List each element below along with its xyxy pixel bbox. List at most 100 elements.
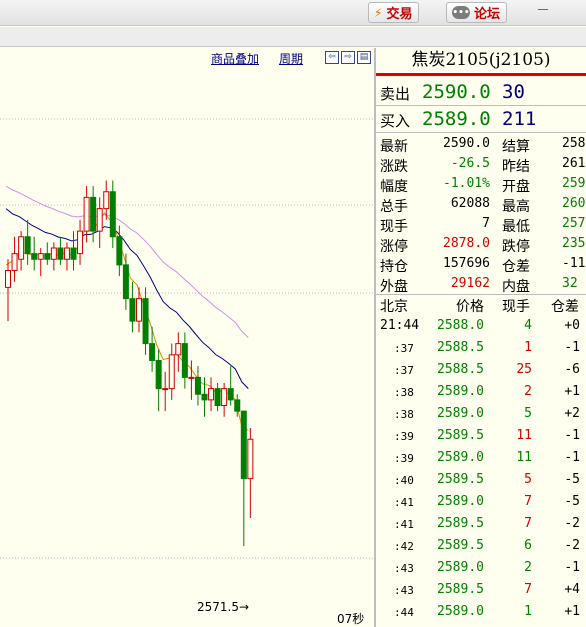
tick-row[interactable]: :43 2589.0 2 -1 [376, 558, 586, 580]
period-link[interactable]: 周期 [279, 50, 303, 67]
tick-volume: 2 [524, 384, 532, 399]
stat-label: 持仓 [380, 259, 408, 275]
tick-time: :39 [394, 430, 414, 443]
tick-time: :41 [394, 496, 414, 509]
stat-value: 157696 [443, 256, 490, 271]
tick-row[interactable]: :41 2589.0 7 -5 [376, 492, 586, 514]
tick-time: :41 [394, 518, 414, 531]
tick-volume: 2 [524, 560, 532, 575]
kline-chart[interactable] [0, 68, 374, 627]
stat-label: 外盘 [380, 279, 408, 295]
ticks-header-oi: 仓差 [551, 299, 579, 315]
stat-value: 32 [562, 276, 578, 291]
tick-oi: +1 [564, 384, 580, 399]
candle-body [227, 388, 234, 401]
candle-body [37, 253, 44, 260]
tick-oi: -1 [564, 428, 580, 443]
forum-button-label: 论坛 [474, 7, 501, 22]
stat-label: 昨结 [502, 159, 530, 175]
tick-row[interactable]: :37 2588.5 25 -6 [376, 360, 586, 382]
quote-panel: 焦炭2105(j2105) 卖出 2590.0 30 买入 2589.0 211… [376, 48, 586, 627]
overlay-link[interactable]: 商品叠加 [211, 50, 259, 67]
tick-row[interactable]: :38 2589.0 5 +2 [376, 404, 586, 426]
candle-body [175, 343, 182, 356]
tick-row[interactable]: :42 2589.5 6 -2 [376, 536, 586, 558]
tick-row[interactable]: 21:44 2588.0 4 +0 [376, 316, 586, 338]
tick-volume: 6 [524, 538, 532, 553]
tick-oi: -5 [564, 494, 580, 509]
countdown-timer: 07秒 [337, 612, 365, 626]
low-price-annotation: 2571.5→ [197, 600, 250, 614]
tick-time: :37 [394, 364, 414, 377]
ma-slow-line [5, 185, 249, 338]
trade-button[interactable]: ⚡ 交易 [368, 2, 420, 23]
scroll-right-icon[interactable]: ⇨ [341, 51, 355, 64]
candle-body [5, 270, 11, 288]
stat-label: 幅度 [380, 179, 408, 195]
stat-row: 持仓 157696 仓差 -11 [376, 255, 586, 275]
stat-value: 62088 [450, 196, 490, 211]
stat-label: 跌停 [502, 239, 530, 255]
stat-value: 2590.0 [443, 136, 490, 151]
minimize-button[interactable]: － [534, 4, 552, 20]
minimize-icon: － [536, 3, 550, 19]
tick-oi: -1 [564, 560, 580, 575]
tick-row[interactable]: :39 2589.0 11 -1 [376, 448, 586, 470]
stat-value: 29162 [450, 276, 490, 291]
tick-time: :43 [394, 562, 414, 575]
tick-price: 2588.0 [437, 318, 484, 333]
tick-volume: 5 [524, 406, 532, 421]
tick-row[interactable]: :39 2589.5 11 -1 [376, 426, 586, 448]
candle-body [168, 354, 175, 390]
tick-price: 2589.5 [437, 472, 484, 487]
stat-value: 258 [562, 136, 586, 151]
stat-label: 现手 [380, 219, 408, 235]
tick-price: 2588.5 [437, 362, 484, 377]
stat-row: 外盘 29162 内盘 32 [376, 275, 586, 295]
candle-body [149, 343, 156, 361]
tick-time: :44 [394, 606, 414, 619]
ticks-header: 北京 价格 现手 仓差 [376, 295, 586, 315]
candle-body [142, 298, 149, 345]
stat-label: 总手 [380, 199, 408, 215]
tick-time: :38 [394, 386, 414, 399]
candle-body [221, 388, 228, 406]
layout-icon[interactable]: ▤ [357, 51, 371, 64]
tick-row[interactable]: :43 2589.5 7 +4 [376, 580, 586, 602]
tick-row[interactable]: :40 2589.5 5 -5 [376, 470, 586, 492]
tick-row[interactable]: :37 2588.5 1 -1 [376, 338, 586, 360]
tick-volume: 7 [524, 582, 532, 597]
tick-row[interactable]: :44 2589.0 1 +1 [376, 602, 586, 624]
tick-row[interactable]: :41 2589.5 7 -2 [376, 514, 586, 536]
stat-label: 涨停 [380, 239, 408, 255]
tick-price: 2589.5 [437, 428, 484, 443]
tick-time: :40 [394, 474, 414, 487]
stat-row: 最新 2590.0 结算 258 [376, 135, 586, 155]
stat-row: 幅度 -1.01% 开盘 259 [376, 175, 586, 195]
tick-row[interactable]: :38 2589.0 2 +1 [376, 382, 586, 404]
candle-body [18, 236, 25, 260]
tick-volume: 1 [524, 340, 532, 355]
candle-body [247, 438, 254, 480]
tick-oi: +1 [564, 604, 580, 619]
tick-time: :43 [394, 584, 414, 597]
tick-price: 2589.0 [437, 450, 484, 465]
tick-oi: +2 [564, 406, 580, 421]
tick-oi: -2 [564, 538, 580, 553]
toolbar-band [0, 27, 586, 47]
tick-oi: +0 [564, 318, 580, 333]
candle-body [234, 399, 241, 412]
candle-body [136, 298, 142, 322]
candle-body [214, 388, 221, 406]
ticks-header-price: 价格 [456, 299, 484, 315]
tick-price: 2589.0 [437, 406, 484, 421]
tick-oi: -1 [564, 340, 580, 355]
chart-pane: 商品叠加 周期 ⇦ ⇨ ▤ 2571.5→ 07秒 [0, 48, 374, 627]
scroll-left-icon[interactable]: ⇦ [325, 51, 339, 64]
candle-body [155, 360, 162, 390]
candle-body [181, 343, 188, 378]
candle-body [11, 253, 18, 271]
tick-price: 2589.5 [437, 582, 484, 597]
trade-button-label: 交易 [386, 7, 413, 22]
forum-button[interactable]: ••• 论坛 [446, 2, 508, 23]
